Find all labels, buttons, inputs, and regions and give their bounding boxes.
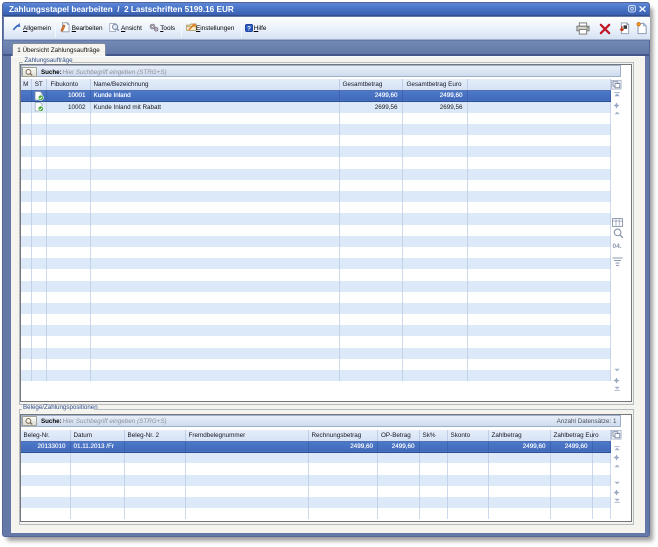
svg-text:?: ?: [247, 25, 251, 32]
